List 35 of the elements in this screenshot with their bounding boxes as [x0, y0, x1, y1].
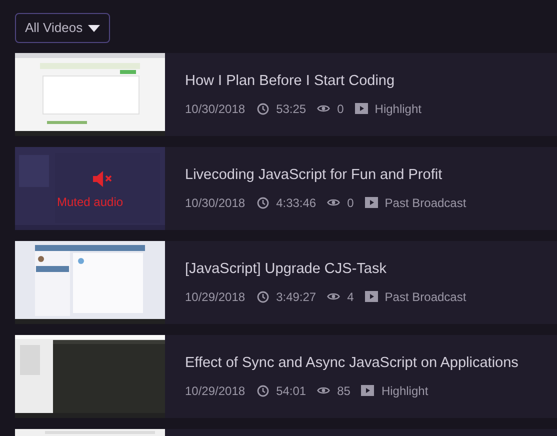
video-type: Past Broadcast [384, 288, 466, 306]
eye-icon [327, 198, 340, 208]
video-date: 10/30/2018 [185, 100, 246, 118]
video-title[interactable]: Effect of Sync and Async JavaScript on Applications [185, 353, 518, 375]
video-title[interactable]: Livecoding JavaScript for Fun and Profit [185, 165, 466, 187]
muted-label: Muted audio [57, 194, 124, 211]
video-date: 10/29/2018 [185, 382, 246, 400]
video-duration: 3:49:27 [276, 288, 316, 306]
eye-icon [327, 292, 340, 302]
video-date: 10/29/2018 [185, 288, 246, 306]
video-type: Past Broadcast [384, 194, 466, 212]
video-title[interactable]: [JavaScript] Upgrade CJS-Task [185, 259, 466, 281]
video-type: Highlight [374, 100, 422, 118]
clock-icon [257, 102, 270, 115]
view-count: 0 [347, 194, 354, 212]
video-duration: 4:33:46 [276, 194, 316, 212]
view-count: 85 [337, 382, 350, 400]
eye-icon [317, 104, 330, 114]
view-count: 4 [347, 288, 354, 306]
video-icon [364, 291, 378, 302]
video-title[interactable]: How I Plan Before I Start Coding [185, 71, 422, 93]
video-duration: 54:01 [276, 382, 306, 400]
caret-icon [88, 24, 100, 32]
video-icon [361, 385, 374, 396]
filter-dropdown[interactable]: All Videos [15, 13, 110, 43]
video-icon [364, 197, 378, 208]
video-duration: 53:25 [276, 100, 306, 118]
eye-icon [317, 386, 330, 396]
video-type: Highlight [381, 382, 428, 400]
video-date: 10/30/2018 [185, 194, 246, 212]
video-icon [354, 103, 368, 114]
clock-icon [257, 196, 270, 209]
view-count: 0 [337, 100, 344, 118]
clock-icon [257, 384, 270, 397]
clock-icon [257, 290, 270, 303]
